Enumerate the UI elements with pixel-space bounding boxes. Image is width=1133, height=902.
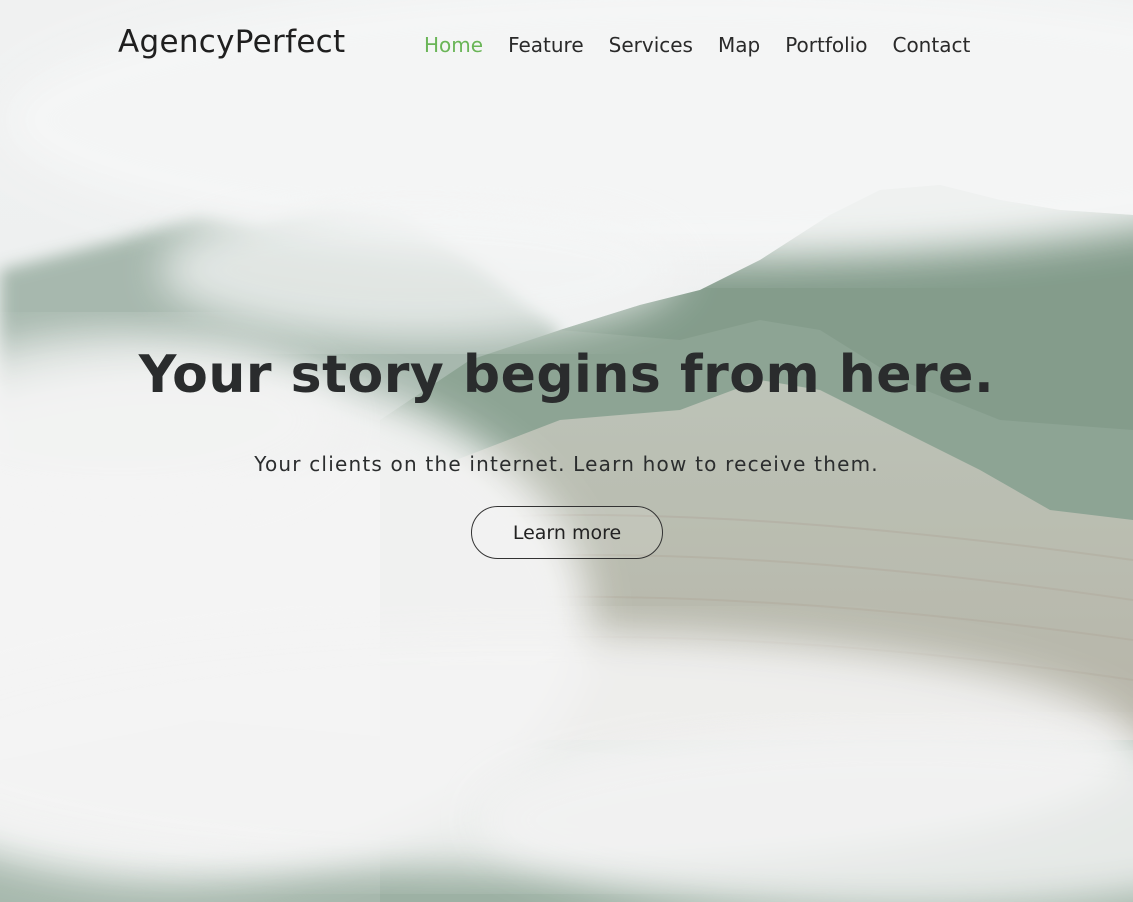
nav-link-services[interactable]: Services [609,31,693,59]
hero-headline: Your story begins from here. [138,345,995,405]
navbar: AgencyPerfect Home Feature Services Map … [0,0,1133,90]
learn-more-button[interactable]: Learn more [471,506,663,559]
mountain-background-image [0,0,1133,902]
hero-subline: Your clients on the internet. Learn how … [254,452,879,476]
brand-logo[interactable]: AgencyPerfect [118,24,345,60]
nav-link-feature[interactable]: Feature [508,31,584,59]
nav-item-map: Map [718,31,785,59]
nav-link-home[interactable]: Home [424,31,483,59]
nav-link-map[interactable]: Map [718,31,760,59]
nav-link-contact[interactable]: Contact [892,31,970,59]
nav-item-contact: Contact [892,31,995,59]
nav-link-portfolio[interactable]: Portfolio [785,31,867,59]
nav-list: Home Feature Services Map Portfolio Cont… [424,31,995,59]
nav-item-home: Home [424,31,508,59]
nav-item-feature: Feature [508,31,609,59]
nav-item-services: Services [609,31,718,59]
hero-section [0,0,1133,902]
nav-item-portfolio: Portfolio [785,31,892,59]
